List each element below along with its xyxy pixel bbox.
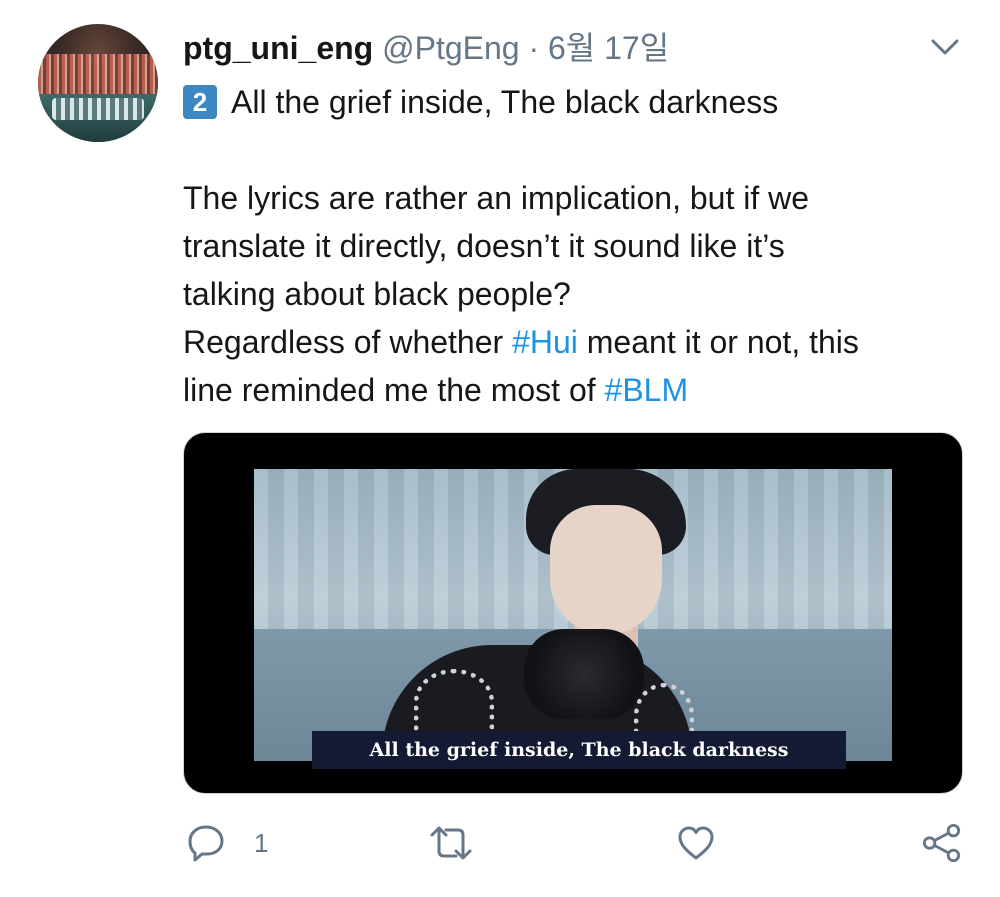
share-icon[interactable] xyxy=(920,823,964,863)
tweet-text: 2 All the grief inside, The black darknes… xyxy=(183,78,983,414)
keycap-two-emoji: 2 xyxy=(183,85,217,119)
tweet-date[interactable]: 6월 17일 xyxy=(548,30,669,66)
author-avatar[interactable] xyxy=(38,24,158,142)
video-frame xyxy=(254,469,892,761)
tweet-media-video[interactable]: All the grief inside, The black darkness xyxy=(183,432,963,794)
tweet-text-line: line reminded me the most of #BLM xyxy=(183,366,983,414)
tweet-text-line: talking about black people? xyxy=(183,276,571,312)
video-person-face xyxy=(550,505,662,635)
hashtag-hui-link[interactable]: #Hui xyxy=(512,324,578,360)
avatar-people-graphic xyxy=(52,98,144,120)
tweet-header: ptg_uni_eng @PtgEng · 6월 17일 xyxy=(183,28,669,68)
text-segment: meant it or not, this xyxy=(577,324,859,360)
text-segment: Regardless of whether xyxy=(183,324,513,360)
retweet-icon[interactable] xyxy=(428,823,474,863)
author-handle[interactable]: @PtgEng xyxy=(382,30,519,66)
reply-count: 1 xyxy=(254,828,269,858)
tweet-headline: All the grief inside, The black darkness xyxy=(231,84,779,120)
tweet-card[interactable]: ptg_uni_eng @PtgEng · 6월 17일 2 All the gr… xyxy=(0,0,1000,897)
tweet-text-line: translate it directly, doesn’t it sound … xyxy=(183,228,785,264)
video-subtitle: All the grief inside, The black darkness xyxy=(312,731,846,769)
heart-icon[interactable] xyxy=(676,823,716,863)
video-person-collar xyxy=(524,629,644,719)
tweet-text-line: Regardless of whether #Hui meant it or n… xyxy=(183,318,983,366)
tweet-text-line: The lyrics are rather an implication, bu… xyxy=(183,180,810,216)
avatar-crowd-graphic xyxy=(38,54,158,94)
hashtag-blm-link[interactable]: #BLM xyxy=(605,372,689,408)
text-segment: line reminded me the most of xyxy=(183,372,605,408)
tweet-text-line: 2 All the grief inside, The black darknes… xyxy=(183,78,983,126)
tweet-actions-bar: 1 xyxy=(0,815,1000,875)
video-person-chain xyxy=(414,669,494,734)
author-display-name[interactable]: ptg_uni_eng xyxy=(183,30,373,66)
reply-bubble-icon[interactable] xyxy=(186,823,226,863)
chevron-down-icon[interactable] xyxy=(930,36,960,58)
header-separator: · xyxy=(528,30,540,66)
